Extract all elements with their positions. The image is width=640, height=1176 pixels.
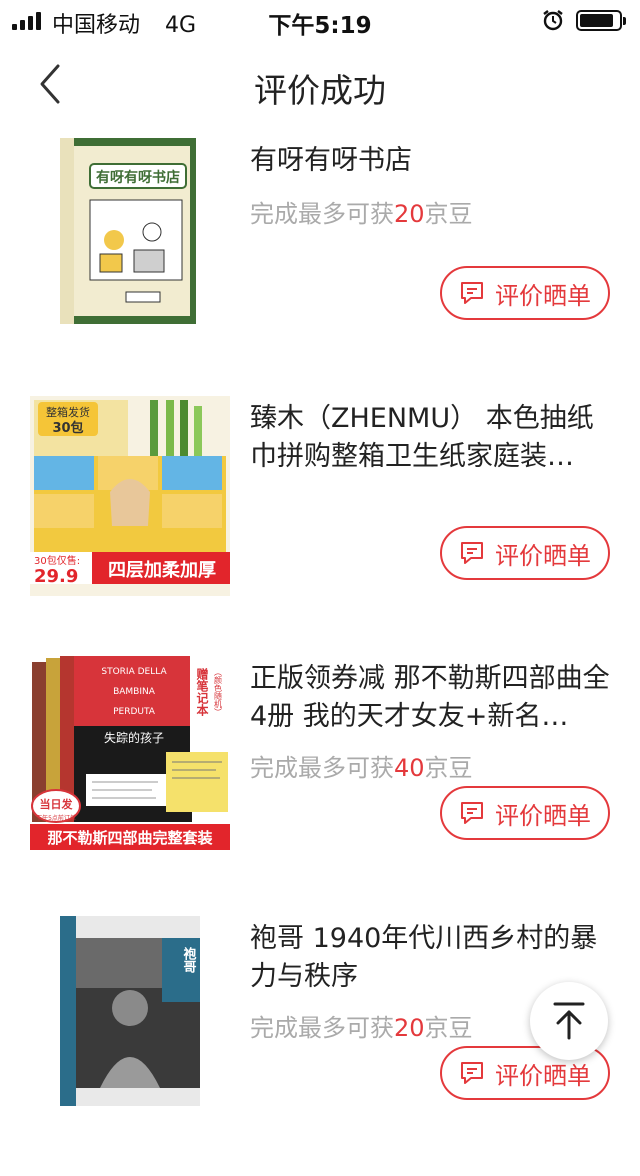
list-item: 有呀有呀书店 有呀有呀书店 完成最多可获20京豆 评价晒单 — [0, 136, 640, 396]
battery-icon — [576, 10, 626, 31]
product-title[interactable]: 臻木（ZHENMU） 本色抽纸巾拼购整箱卫生纸家庭装… — [250, 400, 610, 476]
reward-text: 完成最多可获20京豆 — [250, 1008, 473, 1043]
alarm-icon — [543, 10, 563, 31]
nav-bar: 评价成功 — [0, 48, 640, 118]
reward-text: 完成最多可获40京豆 — [250, 748, 473, 783]
review-button-label: 评价晒单 — [495, 541, 591, 570]
product-image[interactable]: 袍哥 — [30, 916, 230, 1116]
status-bar: 中国移动 4G 下午5:19 — [0, 0, 640, 40]
image-tag: 整箱发货 — [46, 405, 90, 419]
list-item: 整箱发货 30包 30包仅售: 29.9 四层加柔加厚 臻木（ZHENMU） 本… — [0, 396, 640, 656]
product-title[interactable]: 有呀有呀书店 — [250, 142, 610, 180]
reward-suffix: 京豆 — [424, 754, 473, 782]
image-en-line3: PERDUTA — [113, 707, 156, 717]
reward-text: 完成最多可获20京豆 — [250, 194, 473, 229]
reward-prefix: 完成最多可获 — [250, 1014, 394, 1042]
reward-prefix: 完成最多可获 — [250, 200, 394, 228]
image-en-line1: STORIA DELLA — [101, 667, 167, 677]
comment-icon — [461, 802, 483, 824]
product-title[interactable]: 正版领券减 那不勒斯四部曲全4册 我的天才女友+新名… — [250, 660, 610, 736]
reward-number: 20 — [394, 1014, 425, 1042]
product-image[interactable]: 整箱发货 30包 30包仅售: 29.9 四层加柔加厚 — [30, 396, 230, 596]
review-button[interactable]: 评价晒单 — [440, 266, 610, 320]
product-image[interactable]: 有呀有呀书店 — [30, 136, 230, 336]
arrow-up-icon — [553, 1002, 585, 1040]
back-to-top-button[interactable] — [530, 982, 608, 1060]
reward-suffix: 京豆 — [424, 1014, 473, 1042]
image-banner: 那不勒斯四部曲完整套装 — [47, 829, 213, 847]
reward-number: 40 — [394, 754, 425, 782]
image-badge: 当日发 — [40, 797, 74, 811]
image-gift-note: （颜色随机） — [214, 668, 223, 716]
review-button[interactable]: 评价晒单 — [440, 526, 610, 580]
review-button[interactable]: 评价晒单 — [440, 786, 610, 840]
comment-icon — [461, 282, 483, 304]
product-image[interactable]: STORIA DELLA BAMBINA PERDUTA 赠笔记本 （颜色随机）… — [30, 656, 230, 856]
comment-icon — [461, 1062, 483, 1084]
image-banner: 四层加柔加厚 — [108, 560, 216, 581]
page-title: 评价成功 — [254, 71, 386, 110]
image-price: 29.9 — [34, 566, 78, 587]
image-en-line2: BAMBINA — [113, 687, 156, 697]
review-button-label: 评价晒单 — [495, 281, 591, 310]
review-button-label: 评价晒单 — [495, 1061, 591, 1090]
image-cn-title: 失踪的孩子 — [104, 730, 164, 745]
image-count: 30包 — [52, 420, 83, 436]
image-badge-sub: 下午5点前订单 — [36, 814, 76, 822]
image-cover-text: 有呀有呀书店 — [96, 169, 180, 186]
list-item: STORIA DELLA BAMBINA PERDUTA 赠笔记本 （颜色随机）… — [0, 656, 640, 916]
image-cover-text: 袍哥 — [181, 946, 198, 974]
reward-suffix: 京豆 — [424, 200, 473, 228]
comment-icon — [461, 542, 483, 564]
reward-number: 20 — [394, 200, 425, 228]
review-button-label: 评价晒单 — [495, 801, 591, 830]
reward-prefix: 完成最多可获 — [250, 754, 394, 782]
image-gift-label: 赠笔记本 — [195, 667, 209, 717]
